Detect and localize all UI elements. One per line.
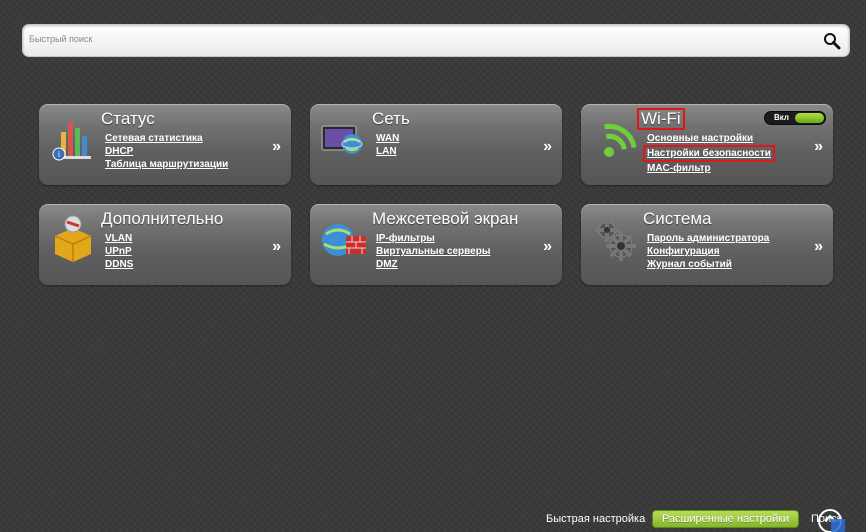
link-dhcp[interactable]: DHCP — [105, 145, 228, 158]
link-routing-table[interactable]: Таблица маршрутизации — [105, 158, 228, 171]
firewall-globe-icon — [322, 224, 366, 256]
tile-links-wifi: Основные настройки Настройки безопасност… — [643, 132, 775, 175]
corner-badge-icon — [818, 509, 845, 532]
tile-arrow-status[interactable]: » — [272, 138, 281, 156]
quick-search-input[interactable] — [27, 27, 817, 51]
search-icon[interactable] — [823, 32, 841, 50]
tile-title-advanced[interactable]: Дополнительно — [101, 209, 223, 229]
link-network-statistics[interactable]: Сетевая статистика — [105, 132, 228, 145]
wifi-toggle-knob — [795, 113, 824, 123]
wifi-toggle[interactable]: Вкл — [764, 111, 826, 125]
tile-system: Система Пароль администратора Конфигурац… — [581, 204, 833, 285]
tile-status: i Статус Сетевая статистика DHCP Таблица… — [39, 104, 291, 185]
svg-text:i: i — [58, 150, 60, 159]
tile-links-status: Сетевая статистика DHCP Таблица маршрути… — [105, 132, 228, 171]
quick-search-bar — [22, 24, 850, 57]
tile-arrow-firewall[interactable]: » — [543, 238, 552, 256]
link-lan[interactable]: LAN — [376, 145, 399, 158]
tile-title-status[interactable]: Статус — [101, 109, 155, 129]
link-event-log[interactable]: Журнал событий — [647, 258, 769, 271]
network-globe-icon — [321, 125, 363, 154]
quick-setup-link[interactable]: Быстрая настройка — [546, 513, 645, 525]
tile-title-wifi[interactable]: Wi-Fi — [637, 108, 685, 130]
link-admin-password[interactable]: Пароль администратора — [647, 232, 769, 245]
link-configuration[interactable]: Конфигурация — [647, 245, 769, 258]
tile-arrow-system[interactable]: » — [814, 238, 823, 256]
wifi-toggle-label: Вкл — [774, 113, 789, 122]
link-wan[interactable]: WAN — [376, 132, 399, 145]
tile-arrow-wifi[interactable]: » — [814, 138, 823, 156]
status-chart-icon: i — [52, 122, 91, 161]
tile-links-firewall: IP-фильтры Виртуальные серверы DMZ — [376, 232, 490, 271]
tile-network: Сеть WAN LAN » — [310, 104, 562, 185]
link-vlan[interactable]: VLAN — [105, 232, 133, 245]
tile-arrow-network[interactable]: » — [543, 138, 552, 156]
link-ddns[interactable]: DDNS — [105, 258, 133, 271]
link-virtual-servers[interactable]: Виртуальные серверы — [376, 245, 490, 258]
link-mac-filter[interactable]: MAC-фильтр — [647, 162, 775, 175]
tile-links-advanced: VLAN UPnP DDNS — [105, 232, 133, 271]
tile-advanced: Дополнительно VLAN UPnP DDNS » — [39, 204, 291, 285]
tile-wifi: Wi-Fi Вкл Основные настройки Настройки б… — [581, 104, 833, 185]
system-gears-icon — [595, 218, 636, 261]
tile-links-network: WAN LAN — [376, 132, 399, 158]
link-dmz[interactable]: DMZ — [376, 258, 490, 271]
advanced-settings-button[interactable]: Расширенные настройки — [652, 510, 799, 528]
tile-title-network[interactable]: Сеть — [372, 109, 410, 129]
advanced-box-icon — [54, 215, 92, 262]
wifi-signal-icon — [604, 123, 637, 157]
tile-links-system: Пароль администратора Конфигурация Журна… — [647, 232, 769, 271]
link-upnp[interactable]: UPnP — [105, 245, 133, 258]
link-basic-settings[interactable]: Основные настройки — [647, 132, 775, 145]
tile-title-firewall[interactable]: Межсетевой экран — [372, 209, 518, 229]
tile-firewall: Межсетевой экран IP-фильтры Виртуальные … — [310, 204, 562, 285]
tile-arrow-advanced[interactable]: » — [272, 238, 281, 256]
tile-title-system[interactable]: Система — [643, 209, 711, 229]
link-ip-filters[interactable]: IP-фильтры — [376, 232, 490, 245]
link-security-settings[interactable]: Настройки безопасности — [643, 145, 775, 162]
